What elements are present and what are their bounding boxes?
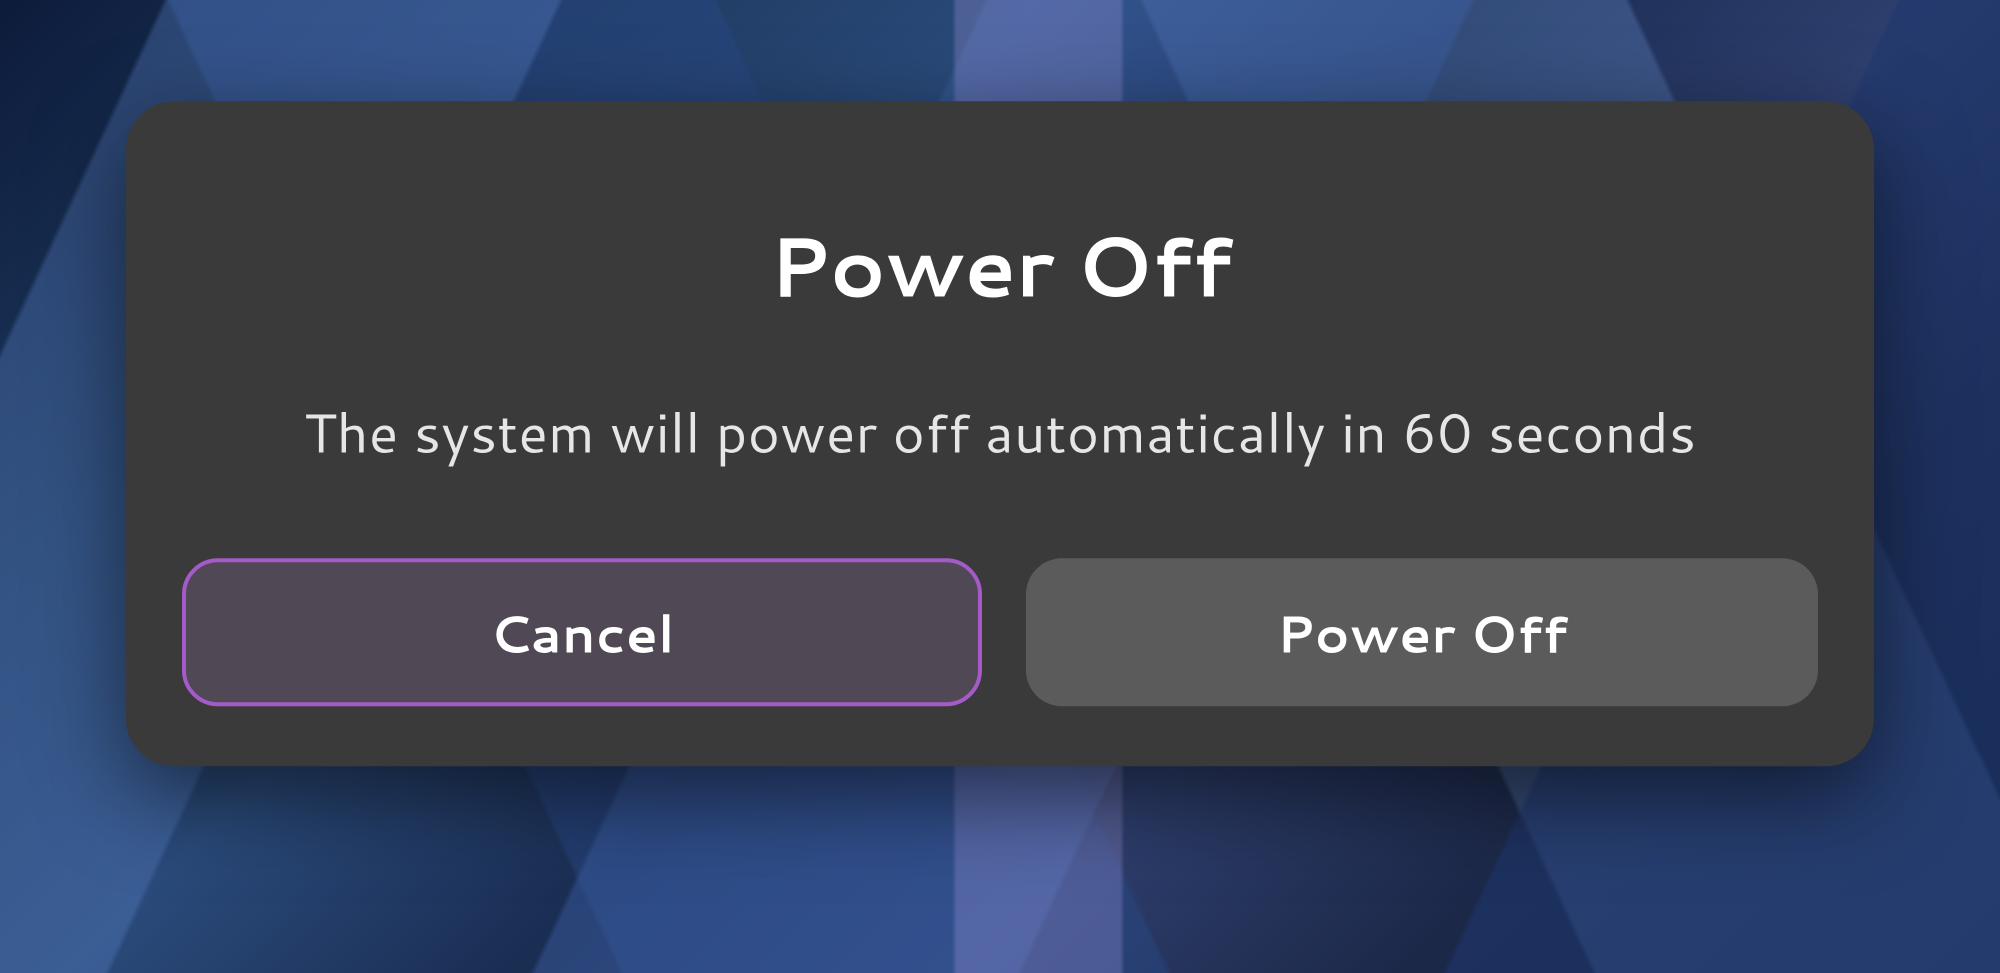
dialog-message: The system will power off automatically … bbox=[182, 392, 1818, 470]
cancel-button[interactable]: Cancel bbox=[182, 558, 982, 706]
dialog-title: Power Off bbox=[182, 205, 1818, 324]
power-off-dialog: Power Off The system will power off auto… bbox=[126, 101, 1874, 766]
power-off-button[interactable]: Power Off bbox=[1026, 558, 1818, 706]
dialog-button-row: Cancel Power Off bbox=[182, 558, 1818, 706]
